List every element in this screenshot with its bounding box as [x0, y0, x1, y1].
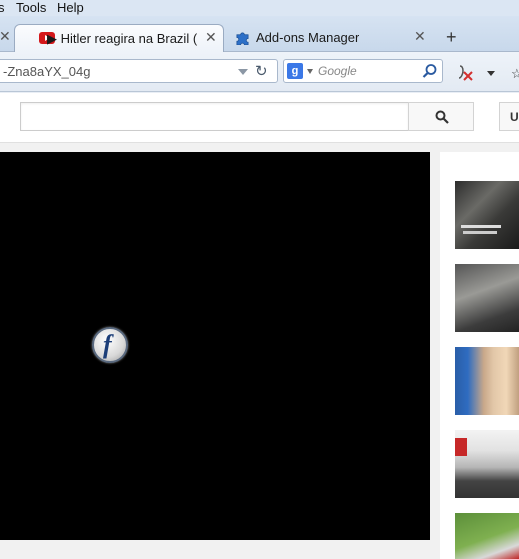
- reload-icon[interactable]: ↻: [255, 62, 268, 80]
- new-tab-button[interactable]: +: [446, 28, 457, 46]
- related-video-thumbnail[interactable]: [455, 430, 519, 498]
- menu-item-tools[interactable]: Tools: [16, 0, 46, 15]
- navigation-bar: -Zna8aYX_04g ↻ g Google ☆: [0, 52, 519, 92]
- tab-strip: ✕ ▶ Hitler reagira na Brazil (3... ✕ Add…: [0, 16, 519, 52]
- tab-youtube-label: ▶ Hitler reagira na Brazil (3...: [47, 31, 197, 46]
- youtube-search-button[interactable]: [408, 102, 474, 131]
- menu-bar: s Tools Help: [0, 0, 519, 16]
- url-dropdown-icon[interactable]: [238, 69, 248, 75]
- tab-close-icon[interactable]: ✕: [0, 29, 11, 43]
- youtube-masthead: U: [0, 93, 519, 143]
- related-videos-sidebar: [440, 152, 519, 559]
- tab-addons-label: Add-ons Manager: [256, 30, 360, 45]
- related-video-thumbnail[interactable]: [455, 347, 519, 415]
- video-player[interactable]: f: [0, 152, 430, 540]
- tab-addons-manager[interactable]: Add-ons Manager ✕: [228, 24, 434, 52]
- url-text: -Zna8aYX_04g: [3, 64, 91, 79]
- related-video-thumbnail[interactable]: [455, 513, 519, 559]
- youtube-search-input[interactable]: [20, 102, 409, 131]
- google-icon[interactable]: g: [287, 63, 303, 79]
- search-icon: [435, 110, 449, 124]
- search-icon[interactable]: [422, 63, 438, 79]
- tab-close-icon[interactable]: ✕: [414, 29, 426, 43]
- menu-item-help[interactable]: Help: [57, 0, 84, 15]
- menu-item-history[interactable]: s: [0, 0, 5, 15]
- addon-blocker-icon[interactable]: [456, 63, 474, 81]
- toolbar-dropdown-icon[interactable]: [487, 71, 495, 76]
- upload-button[interactable]: U: [499, 102, 519, 131]
- tab-youtube[interactable]: ▶ Hitler reagira na Brazil (3... ✕: [14, 24, 224, 52]
- flash-plugin-icon[interactable]: f: [92, 327, 128, 363]
- tab-close-icon[interactable]: ✕: [205, 30, 217, 44]
- search-engine-dropdown-icon[interactable]: [307, 69, 313, 74]
- bookmark-star-icon[interactable]: ☆: [511, 66, 519, 82]
- search-bar[interactable]: g Google: [283, 59, 443, 83]
- related-video-thumbnail[interactable]: [455, 264, 519, 332]
- search-placeholder: Google: [318, 64, 357, 78]
- puzzle-icon: [236, 32, 249, 45]
- youtube-page: U f: [0, 93, 519, 559]
- url-bar[interactable]: -Zna8aYX_04g ↻: [0, 59, 278, 83]
- related-video-thumbnail[interactable]: [455, 181, 519, 249]
